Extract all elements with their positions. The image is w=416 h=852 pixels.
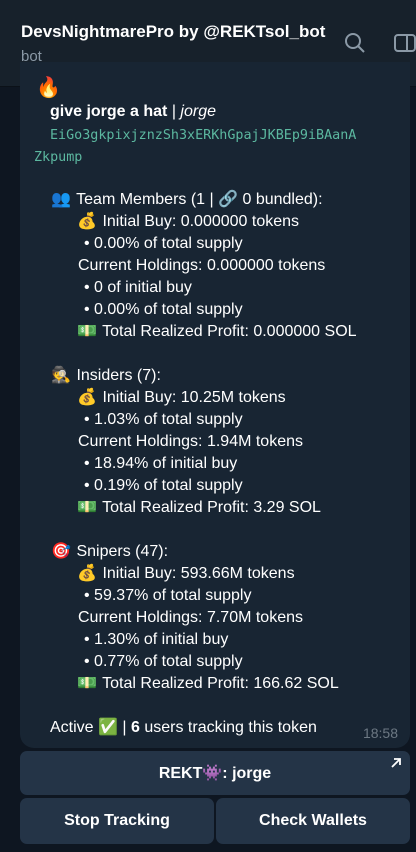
snipers-label: Snipers (47): (76, 543, 169, 560)
token-name: give jorge a hat (50, 103, 168, 120)
dollar-icon: 💵 (77, 323, 97, 340)
external-link-icon (391, 758, 401, 768)
title-separator: | (167, 103, 181, 120)
team-holdings-initial: • 0 of initial buy (84, 279, 192, 296)
check-icon: ✅ (98, 719, 118, 736)
team-members-icon: 👥 (51, 191, 71, 208)
snipers-initial-pct: • 59.37% of total supply (84, 587, 252, 604)
team-members-heading: 👥 Team Members (1 | 🔗 0 bundled): (50, 189, 323, 211)
fire-icon: 🔥 (36, 77, 61, 99)
team-initial-pct: • 0.00% of total supply (84, 235, 243, 252)
chat-title[interactable]: DevsNightmarePro by @REKTsol_bot (21, 22, 325, 42)
stop-tracking-button[interactable]: Stop Tracking (20, 798, 214, 844)
insiders-label: Insiders (7): (76, 367, 161, 384)
insiders-holdings-pct: • 0.19% of total supply (84, 477, 243, 494)
message-bubble: 🔥 give jorge a hat | jorge EiGo3gkpixjzn… (20, 62, 410, 748)
side-panel-icon[interactable] (394, 32, 416, 54)
tracking-status: Active ✅ | 6 users tracking this token (50, 717, 317, 739)
team-profit-text: Total Realized Profit: 0.000000 SOL (102, 323, 357, 340)
snipers-heading: 🎯 Snipers (47): (50, 541, 168, 563)
status-separator: | (117, 719, 131, 736)
contract-address-line1[interactable]: EiGo3gkpixjznzSh3xERKhGpajJKBEp9iBAanA (50, 125, 356, 147)
team-profit: 💵 Total Realized Profit: 0.000000 SOL (76, 321, 357, 343)
snipers-profit-text: Total Realized Profit: 166.62 SOL (102, 675, 339, 692)
detective-icon: 🕵 (51, 367, 71, 384)
token-title: give jorge a hat | jorge (50, 101, 216, 123)
money-bag-icon: 💰 (77, 213, 97, 230)
team-initial-buy: 💰 Initial Buy: 0.000000 tokens (76, 211, 299, 233)
users-count: 6 (131, 719, 140, 736)
check-wallets-label: Check Wallets (259, 812, 367, 829)
search-icon[interactable] (344, 32, 366, 54)
money-bag-icon: 💰 (77, 565, 97, 582)
token-user: jorge (180, 103, 216, 120)
snipers-profit: 💵 Total Realized Profit: 166.62 SOL (76, 673, 339, 695)
status-word: Active (50, 719, 94, 736)
team-members-label: Team Members (1 | 🔗 0 bundled): (76, 191, 323, 208)
snipers-holdings-initial: • 1.30% of initial buy (84, 631, 229, 648)
insiders-initial-buy: 💰 Initial Buy: 10.25M tokens (76, 387, 286, 409)
dollar-icon: 💵 (77, 499, 97, 516)
snipers-initial-buy: 💰 Initial Buy: 593.66M tokens (76, 563, 295, 585)
insiders-holdings-initial: • 18.94% of initial buy (84, 455, 238, 472)
contract-address-line2[interactable]: Zkpump (34, 147, 82, 169)
snipers-initial-buy-text: Initial Buy: 593.66M tokens (102, 565, 295, 582)
team-initial-buy-text: Initial Buy: 0.000000 tokens (102, 213, 300, 230)
money-bag-icon: 💰 (77, 389, 97, 406)
insiders-initial-buy-text: Initial Buy: 10.25M tokens (102, 389, 286, 406)
rekt-link-button[interactable]: REKT👾: jorge (20, 751, 410, 795)
users-text: users tracking this token (139, 719, 317, 736)
message-time: 18:58 (362, 725, 398, 741)
insiders-profit: 💵 Total Realized Profit: 3.29 SOL (76, 497, 321, 519)
insiders-profit-text: Total Realized Profit: 3.29 SOL (102, 499, 321, 516)
snipers-holdings-pct: • 0.77% of total supply (84, 653, 243, 670)
team-holdings: Current Holdings: 0.000000 tokens (78, 257, 326, 274)
insiders-holdings: Current Holdings: 1.94M tokens (78, 433, 303, 450)
insiders-heading: 🕵 Insiders (7): (50, 365, 161, 387)
check-wallets-button[interactable]: Check Wallets (216, 798, 410, 844)
stop-tracking-label: Stop Tracking (64, 812, 170, 829)
dollar-icon: 💵 (77, 675, 97, 692)
target-icon: 🎯 (51, 543, 71, 560)
team-holdings-pct: • 0.00% of total supply (84, 301, 243, 318)
snipers-holdings: Current Holdings: 7.70M tokens (78, 609, 303, 626)
insiders-initial-pct: • 1.03% of total supply (84, 411, 243, 428)
rekt-link-label: REKT👾: jorge (158, 765, 272, 782)
